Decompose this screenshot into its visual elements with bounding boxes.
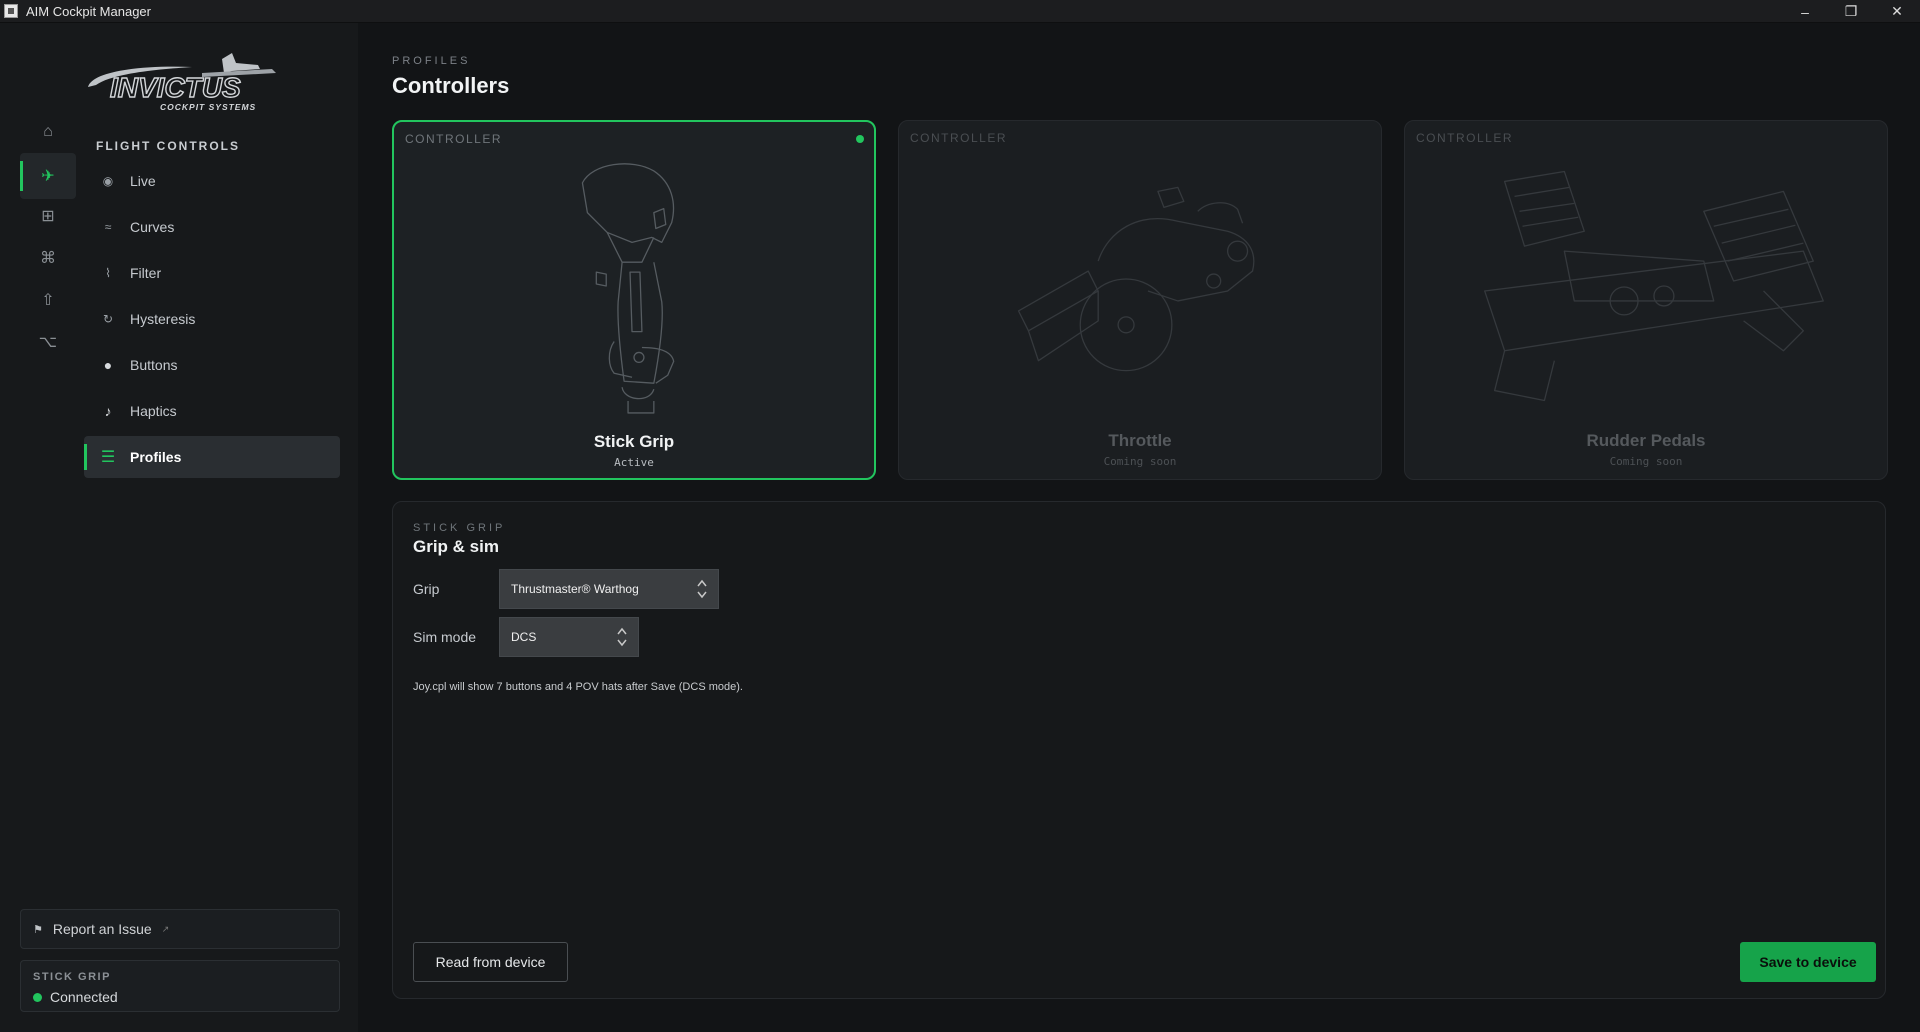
restore-button[interactable]: ❐ <box>1828 0 1874 23</box>
card-tag: CONTROLLER <box>405 132 503 146</box>
sim-mode-select[interactable]: DCS <box>499 617 639 657</box>
external-link-icon: ↗ <box>161 923 170 934</box>
live-icon: ◉ <box>102 174 114 188</box>
controller-card-rudder-pedals[interactable]: CONTROLLER Rudder Pedals Coming soon <box>1404 120 1888 480</box>
sidebar-item-label: Hysteresis <box>130 311 196 327</box>
sidebar-item-label: Haptics <box>130 403 177 419</box>
panel-title: Grip & sim <box>413 537 499 556</box>
main-content: PROFILES Controllers CONTROLLER Stick Gr… <box>358 23 1920 1032</box>
card-state: Active <box>614 456 654 469</box>
upload-icon: ⇧ <box>41 292 55 309</box>
invictus-logo: INVICTUS COCKPIT SYSTEMS <box>88 53 276 112</box>
buttons-icon: ● <box>103 357 113 373</box>
sidebar-item-live[interactable]: ◉ Live <box>84 160 340 202</box>
sidebar-item-label: Live <box>130 173 156 189</box>
rudder-pedals-illustration <box>1484 170 1824 402</box>
rail-upload[interactable]: ⇧ <box>20 277 76 323</box>
rail-option[interactable]: ⌥ <box>20 319 76 365</box>
status-label: STICK GRIP <box>33 971 111 983</box>
rail-command[interactable]: ⌘ <box>20 235 76 281</box>
flag-icon: ⚑ <box>33 923 43 936</box>
card-name: Stick Grip <box>593 432 675 451</box>
card-name: Throttle <box>1108 431 1172 450</box>
haptics-icon: ♪ <box>104 403 112 419</box>
sim-mode-label: Sim mode <box>413 629 477 645</box>
minimize-button[interactable]: – <box>1782 0 1828 23</box>
app-icon <box>4 4 18 18</box>
filter-icon: ⌇ <box>105 266 111 280</box>
sidebar-item-filter[interactable]: ⌇ Filter <box>84 252 340 294</box>
option-icon: ⌥ <box>38 334 58 351</box>
grip-select-value: Thrustmaster® Warthog <box>511 582 639 596</box>
hysteresis-icon: ↻ <box>102 312 114 326</box>
stick-grip-illustration <box>581 163 675 414</box>
panel-tag: STICK GRIP <box>413 522 506 534</box>
page-title: Controllers <box>392 73 510 98</box>
sidebar-item-profiles[interactable]: ☰ Profiles <box>84 436 340 478</box>
up-down-chevron-icon <box>697 579 707 599</box>
read-from-device-button[interactable]: Read from device <box>413 942 568 982</box>
report-issue-label: Report an Issue <box>52 921 152 937</box>
info-note: Joy.cpl will show 7 buttons and 4 POV ha… <box>413 681 743 693</box>
sidebar-item-label: Buttons <box>130 357 178 373</box>
report-issue-button[interactable]: ⚑ Report an Issue ↗ <box>20 909 340 949</box>
sidebar: ⌂ ✈ ⊞ ⌘ ⇧ ⌥ INVICTUS COCKPIT SYSTEMS FLI… <box>0 23 358 1032</box>
curves-icon: ≈ <box>104 220 112 234</box>
logo-tagline: COCKPIT SYSTEMS <box>160 102 256 112</box>
card-tag: CONTROLLER <box>1416 131 1514 145</box>
card-name: Rudder Pedals <box>1586 431 1706 450</box>
window-title: AIM Cockpit Manager <box>26 3 151 19</box>
grip-select[interactable]: Thrustmaster® Warthog <box>499 569 719 609</box>
save-to-device-button[interactable]: Save to device <box>1740 942 1876 982</box>
window-titlebar: AIM Cockpit Manager – ❐ ✕ <box>0 0 1920 23</box>
sidebar-item-hysteresis[interactable]: ↻ Hysteresis <box>84 298 340 340</box>
logo-brand: INVICTUS <box>110 72 241 103</box>
grip-label: Grip <box>413 581 440 597</box>
rail-home[interactable]: ⌂ <box>20 109 76 155</box>
sidebar-item-haptics[interactable]: ♪ Haptics <box>84 390 340 432</box>
status-dot-icon <box>33 992 42 1002</box>
status-value: Connected <box>50 989 118 1005</box>
controller-card-throttle[interactable]: CONTROLLER Throttle Coming soon <box>898 120 1382 480</box>
section-title: FLIGHT CONTROLS <box>96 139 240 153</box>
sim-mode-select-value: DCS <box>511 630 537 644</box>
device-status: STICK GRIP Connected <box>20 960 340 1012</box>
sidebar-item-curves[interactable]: ≈ Curves <box>84 206 340 248</box>
sidebar-item-buttons[interactable]: ● Buttons <box>84 344 340 386</box>
profiles-icon: ☰ <box>100 449 116 466</box>
grid-icon: ⊞ <box>41 208 55 225</box>
plane-icon: ✈ <box>41 168 55 185</box>
card-state: Coming soon <box>1103 455 1177 468</box>
close-button[interactable]: ✕ <box>1874 0 1920 23</box>
grip-sim-panel: STICK GRIP Grip & sim Grip Thrustmaster®… <box>392 501 1886 999</box>
active-dot-icon <box>856 135 864 143</box>
sidebar-item-label: Profiles <box>130 449 182 465</box>
card-state: Coming soon <box>1609 455 1683 468</box>
up-down-chevron-icon <box>617 627 627 647</box>
sidebar-item-label: Curves <box>130 219 175 235</box>
card-tag: CONTROLLER <box>910 131 1008 145</box>
sidebar-item-label: Filter <box>130 265 162 281</box>
throttle-illustration <box>1017 186 1255 372</box>
breadcrumb: PROFILES <box>392 55 471 67</box>
controller-card-stick-grip[interactable]: CONTROLLER Stick Grip Active <box>392 120 876 480</box>
command-icon: ⌘ <box>40 250 56 267</box>
rail-grid[interactable]: ⊞ <box>20 193 76 239</box>
home-icon: ⌂ <box>43 123 53 140</box>
